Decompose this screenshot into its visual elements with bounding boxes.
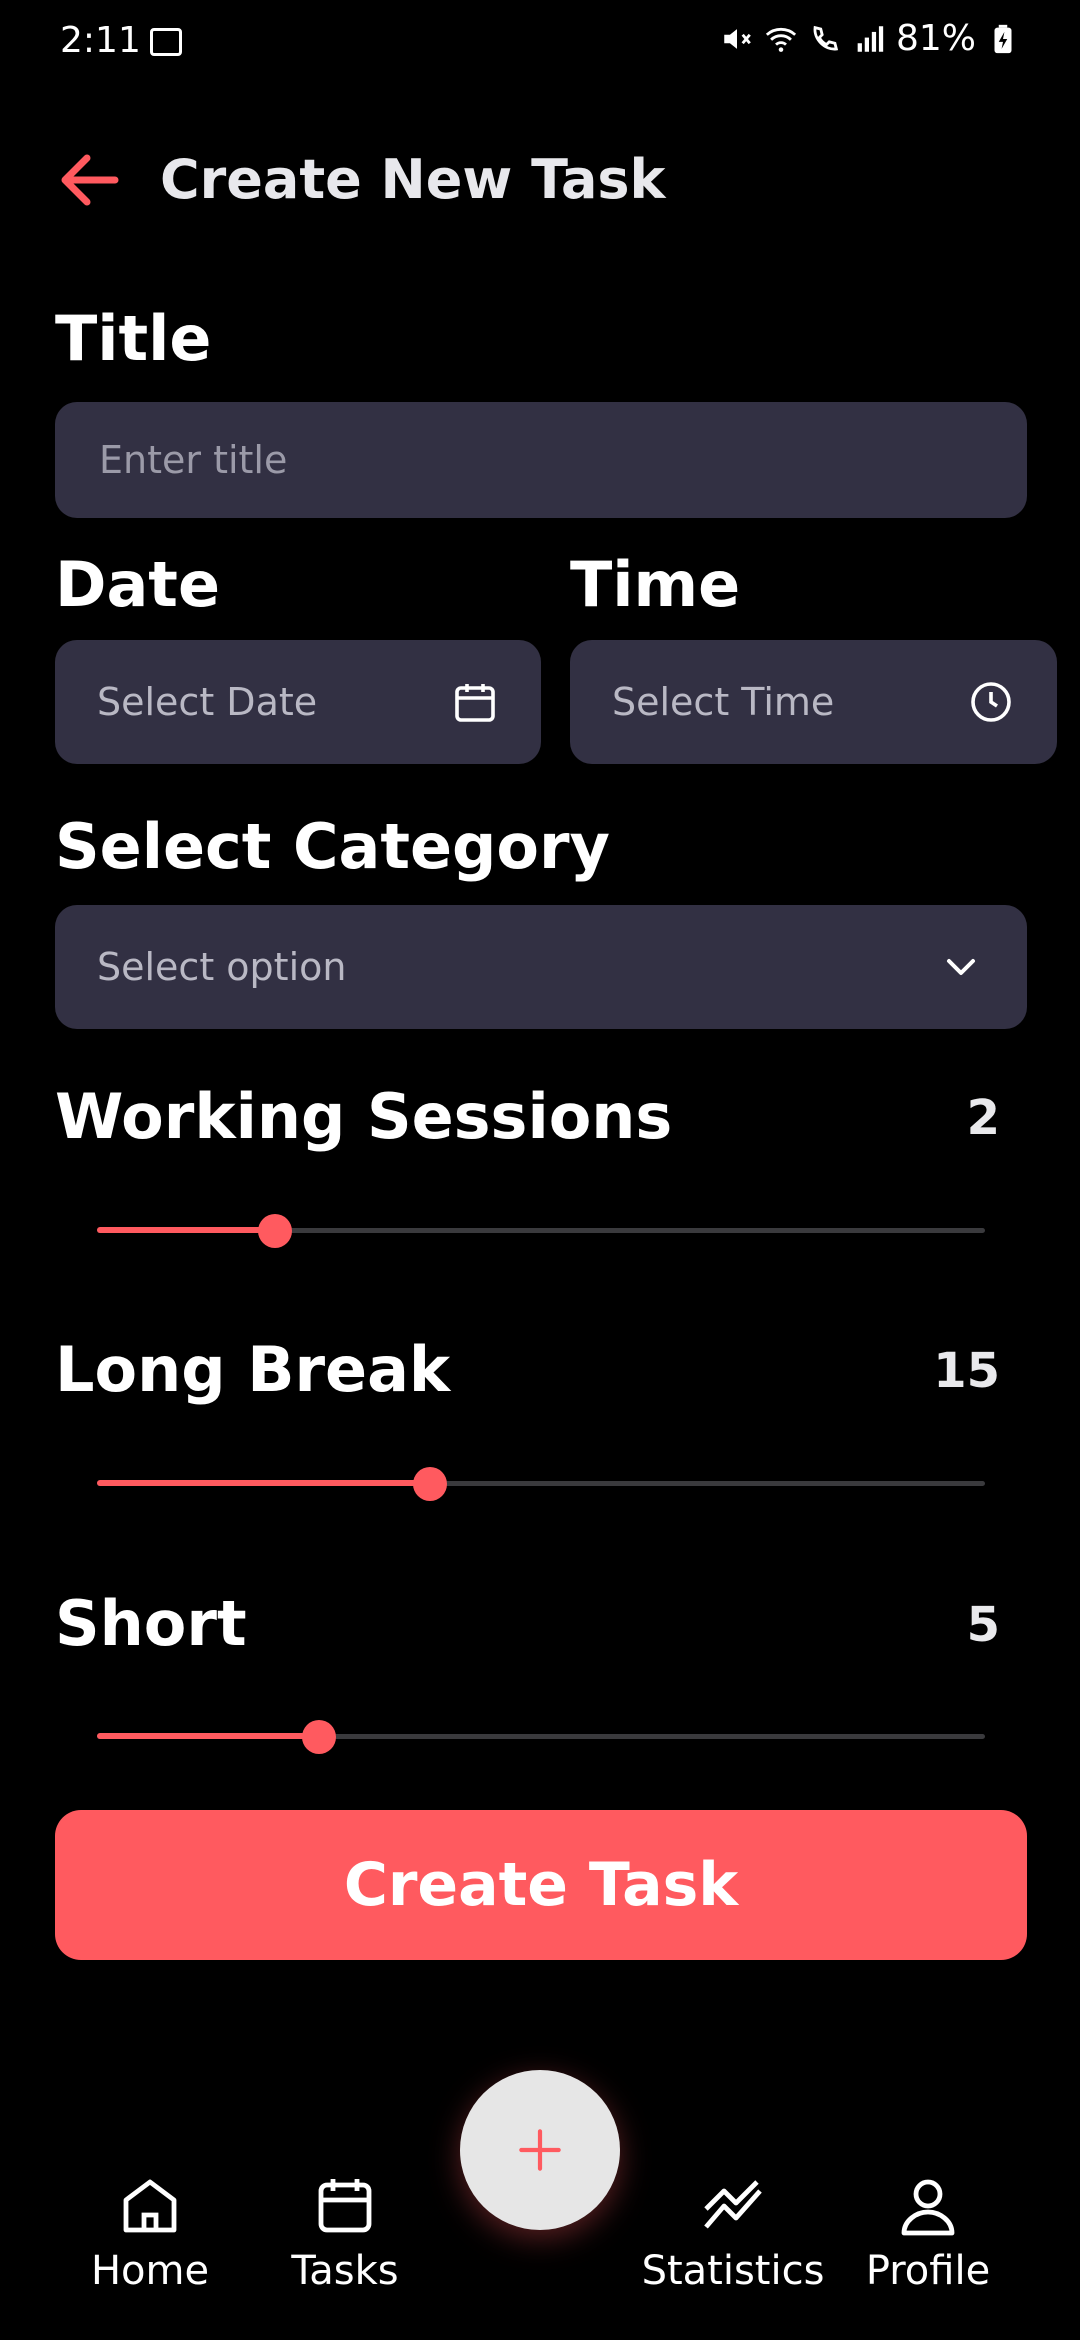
slider-fill	[97, 1733, 319, 1739]
battery-charging-icon	[994, 24, 1012, 53]
long-break-value: 15	[933, 1343, 1000, 1399]
date-picker[interactable]: Select Date	[55, 640, 541, 764]
wifi-icon	[765, 27, 797, 52]
nav-home[interactable]: Home	[50, 2170, 250, 2294]
signal-icon	[857, 25, 884, 52]
status-time: 2:11	[60, 20, 141, 61]
page-title: Create New Task	[160, 148, 666, 211]
title-field[interactable]	[55, 402, 1027, 518]
slider-thumb[interactable]	[257, 1214, 292, 1248]
title-input[interactable]	[97, 437, 985, 483]
clock-icon	[971, 682, 1011, 722]
nav-statistics[interactable]: Statistics	[633, 2170, 833, 2294]
date-label: Date	[55, 548, 220, 621]
title-label: Title	[55, 302, 212, 375]
statistics-icon	[704, 2180, 762, 2229]
working-sessions-label: Working Sessions	[55, 1080, 673, 1153]
short-break-value: 5	[966, 1597, 1000, 1653]
image-notification-icon	[150, 28, 182, 56]
status-bar: 2:11 81%	[0, 0, 1080, 90]
nav-profile-label: Profile	[865, 2248, 991, 2294]
long-break-slider[interactable]	[97, 1463, 985, 1503]
calendar-icon	[455, 684, 495, 722]
add-task-fab[interactable]	[460, 2070, 620, 2230]
wifi-call-icon	[813, 25, 839, 50]
nav-profile[interactable]: Profile	[828, 2170, 1028, 2294]
tasks-calendar-icon	[318, 2179, 372, 2233]
status-icons: 81%	[720, 18, 1020, 59]
category-label: Select Category	[55, 810, 610, 883]
home-icon	[123, 2179, 177, 2233]
plus-icon	[519, 2129, 561, 2171]
nav-tasks-label: Tasks	[291, 2248, 399, 2294]
back-arrow-icon[interactable]	[55, 150, 125, 210]
time-label: Time	[570, 548, 741, 621]
category-selected-value: Select option	[97, 945, 347, 989]
working-sessions-slider[interactable]	[97, 1210, 985, 1250]
nav-tasks[interactable]: Tasks	[245, 2170, 445, 2294]
chevron-down-icon	[947, 959, 975, 975]
slider-thumb[interactable]	[413, 1467, 447, 1501]
short-break-label: Short	[55, 1587, 247, 1660]
working-sessions-value: 2	[966, 1090, 1000, 1146]
time-placeholder: Select Time	[612, 680, 835, 724]
create-task-button[interactable]: Create Task	[55, 1810, 1027, 1960]
slider-fill	[97, 1227, 275, 1233]
nav-statistics-label: Statistics	[641, 2248, 825, 2294]
time-picker[interactable]: Select Time	[570, 640, 1057, 764]
battery-percentage: 81%	[895, 18, 976, 59]
slider-fill	[97, 1480, 430, 1486]
date-placeholder: Select Date	[97, 680, 318, 724]
mute-icon	[724, 28, 751, 49]
long-break-label: Long Break	[55, 1333, 451, 1406]
nav-home-label: Home	[90, 2248, 210, 2294]
profile-icon	[901, 2179, 955, 2236]
short-break-slider[interactable]	[97, 1716, 985, 1756]
slider-thumb[interactable]	[302, 1720, 336, 1754]
category-select[interactable]: Select option	[55, 905, 1027, 1029]
